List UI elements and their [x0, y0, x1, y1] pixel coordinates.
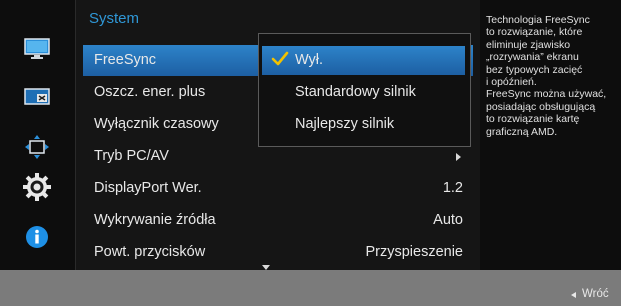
- option-label: Wył.: [295, 52, 324, 68]
- menu-item-label: FreeSync: [94, 52, 157, 68]
- monitor-osd: System FreeSync Oszcz. ener. plus Wyłącz…: [0, 0, 621, 306]
- page-title: System: [89, 10, 140, 27]
- picture-icon[interactable]: [24, 36, 50, 62]
- back-button[interactable]: Wróć: [582, 288, 609, 300]
- option-ultimate-engine[interactable]: Najlepszy silnik: [262, 110, 465, 139]
- back-arrow-icon: [571, 292, 576, 298]
- system-gear-icon[interactable]: [22, 172, 52, 202]
- menu-item-displayport-version[interactable]: DisplayPort Wer. 1.2: [83, 173, 473, 204]
- menu-item-label: Wykrywanie źródła: [94, 212, 216, 228]
- menu-item-value: 1.2: [442, 180, 463, 196]
- option-off[interactable]: Wył.: [262, 46, 465, 75]
- help-panel: Technologia FreeSync to rozwiązanie, któ…: [480, 0, 621, 270]
- menu-item-key-repeat[interactable]: Powt. przycisków Przyspieszenie: [83, 237, 473, 268]
- chevron-right-icon: [456, 153, 461, 161]
- menu-item-label: Tryb PC/AV: [94, 148, 169, 164]
- menu-item-label: Oszcz. ener. plus: [94, 84, 206, 100]
- menu-item-value: Przyspieszenie: [365, 244, 463, 260]
- category-rail: [0, 0, 75, 270]
- position-size-icon[interactable]: [24, 134, 50, 160]
- information-icon[interactable]: [24, 224, 50, 250]
- option-label: Standardowy silnik: [295, 84, 416, 100]
- menu-item-value: Auto: [433, 212, 463, 228]
- menu-item-label: DisplayPort Wer.: [94, 180, 202, 196]
- checkmark-icon: [271, 51, 289, 66]
- bottom-bar: [0, 270, 621, 306]
- help-description: Technologia FreeSync to rozwiązanie, któ…: [486, 14, 607, 138]
- onscreen-display-icon[interactable]: [24, 84, 50, 110]
- option-label: Najlepszy silnik: [295, 116, 395, 132]
- option-standard-engine[interactable]: Standardowy silnik: [262, 78, 465, 107]
- menu-item-label: Powt. przycisków: [94, 244, 206, 260]
- menu-item-source-detection[interactable]: Wykrywanie źródła Auto: [83, 205, 473, 236]
- menu-item-label: Wyłącznik czasowy: [94, 116, 219, 132]
- freesync-options-dropdown: Wył. Standardowy silnik Najlepszy silnik: [258, 33, 471, 147]
